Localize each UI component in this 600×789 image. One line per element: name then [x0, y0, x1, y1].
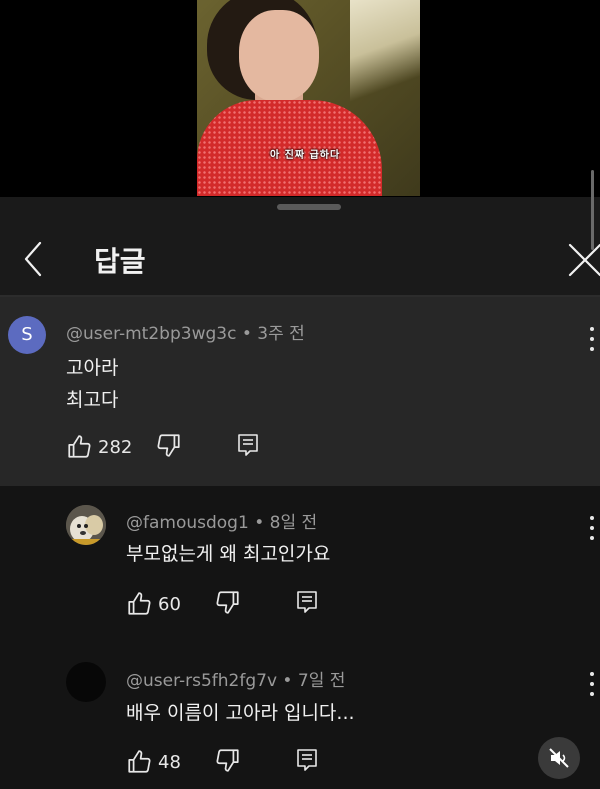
comment-line: 고아라	[66, 357, 119, 379]
chevron-left-icon	[24, 241, 42, 277]
like-count: 60	[158, 593, 181, 615]
more-options-button[interactable]	[588, 672, 596, 696]
more-options-button[interactable]	[588, 516, 596, 540]
comment-meta: @user-mt2bp3wg3c • 3주 전	[66, 319, 305, 344]
dislike-button[interactable]	[156, 432, 182, 462]
thumbs-down-icon	[157, 434, 180, 457]
comment-actions: 48	[126, 747, 319, 777]
mute-button[interactable]	[538, 737, 580, 779]
thumbs-down-icon	[216, 749, 239, 772]
more-vertical-icon	[590, 672, 594, 676]
comment-author[interactable]: @user-mt2bp3wg3c	[66, 324, 236, 344]
comment-meta: @user-rs5fh2fg7v • 7일 전	[126, 666, 345, 691]
thumbs-up-icon	[128, 592, 151, 615]
drag-handle[interactable]	[277, 204, 341, 210]
like-button[interactable]: 48	[126, 749, 181, 775]
avatar[interactable]	[66, 505, 106, 545]
thumbs-up-icon	[68, 435, 91, 458]
video-subtitle: 아 진짜 급하다	[270, 150, 341, 161]
more-options-button[interactable]	[588, 327, 596, 351]
comment-actions: 282	[66, 432, 260, 462]
reply-button[interactable]	[236, 432, 260, 462]
video-background	[350, 0, 420, 120]
comment-author[interactable]: @famousdog1	[126, 513, 249, 533]
meta-separator: •	[248, 513, 270, 533]
like-count: 48	[158, 751, 181, 773]
mute-icon	[549, 748, 569, 768]
close-button[interactable]	[566, 239, 600, 279]
comment-line: 최고다	[66, 389, 119, 411]
dislike-button[interactable]	[215, 747, 241, 777]
thumbs-down-icon	[216, 591, 239, 614]
page-title: 답글	[94, 245, 146, 278]
more-vertical-icon	[590, 327, 594, 331]
comment-time: 3주 전	[257, 324, 305, 344]
comment-time: 8일 전	[269, 513, 318, 533]
video-person-face	[239, 10, 319, 102]
comment-meta: @famousdog1 • 8일 전	[126, 508, 317, 533]
meta-separator: •	[236, 324, 258, 344]
comment-text: 부모없는게 왜 최고인가요	[126, 543, 331, 565]
like-button[interactable]: 60	[126, 591, 181, 617]
comment-time: 7일 전	[297, 671, 346, 691]
back-button[interactable]	[18, 239, 52, 279]
replies-list: @famousdog1 • 8일 전 부모없는게 왜 최고인가요 60 @use…	[0, 486, 600, 789]
parent-comment: S @user-mt2bp3wg3c • 3주 전 고아라 최고다 282	[0, 297, 600, 486]
more-vertical-icon	[590, 516, 594, 520]
comment-text: 배우 이름이 고아라 입니다...	[126, 702, 355, 724]
sheet-header: 답글	[0, 225, 600, 295]
video-frame	[197, 0, 420, 196]
close-icon	[568, 243, 600, 277]
reply-icon	[238, 434, 259, 456]
comment-author[interactable]: @user-rs5fh2fg7v	[126, 671, 277, 691]
video-player[interactable]: 아 진짜 급하다	[0, 0, 600, 197]
dog-avatar-icon	[66, 505, 106, 545]
reply-button[interactable]	[295, 747, 319, 777]
reply-icon	[297, 749, 317, 771]
like-button[interactable]: 282	[66, 434, 132, 460]
like-count: 282	[98, 436, 133, 458]
reply-icon	[297, 591, 317, 613]
dislike-button[interactable]	[215, 589, 241, 619]
comment-actions: 60	[126, 589, 319, 619]
reply-button[interactable]	[295, 589, 319, 619]
avatar[interactable]: S	[8, 316, 46, 354]
avatar[interactable]	[66, 662, 106, 702]
meta-separator: •	[277, 671, 298, 691]
thumbs-up-icon	[128, 750, 151, 773]
